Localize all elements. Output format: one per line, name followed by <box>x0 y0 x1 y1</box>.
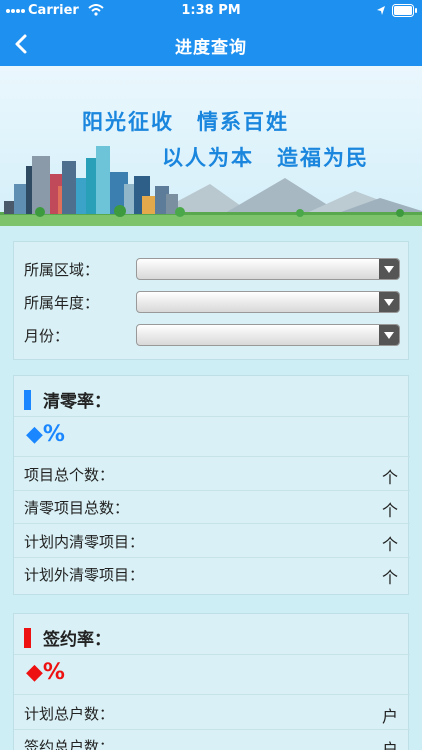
divider <box>14 456 410 457</box>
chevron-down-icon <box>379 325 399 345</box>
signing-rate-value: ◆% <box>26 660 65 685</box>
region-select[interactable] <box>136 258 400 280</box>
year-select[interactable] <box>136 291 400 313</box>
month-select[interactable] <box>136 324 400 346</box>
divider <box>14 523 410 524</box>
unit-label: 个 <box>381 468 398 487</box>
clearance-rate-value: ◆% <box>26 422 65 447</box>
signing-card: 签约率： ◆% 计划总户数： 户 签约总户数： 户 <box>13 613 410 750</box>
banner-slogan-line1: 阳光征收 情系百姓 <box>82 110 289 134</box>
divider <box>14 729 410 730</box>
diamond-icon: ◆ <box>26 422 43 447</box>
filter-card: 所属区域： 所属年度： 月份： <box>13 241 409 360</box>
clearance-heading: 清零率： <box>24 387 111 412</box>
list-item: 计划外清零项目： <box>24 566 145 584</box>
unit-label: 户 <box>381 707 398 726</box>
location-icon <box>377 6 385 15</box>
list-item: 计划总户数： <box>24 705 115 723</box>
unit-label: 个 <box>381 568 398 587</box>
chevron-down-icon <box>379 292 399 312</box>
status-bar: Carrier 1:38 PM <box>0 0 422 22</box>
divider <box>14 490 410 491</box>
signing-heading: 签约率： <box>24 625 111 650</box>
clearance-card: 清零率： ◆% 项目总个数： 个 清零项目总数： 个 计划内清零项目： 个 计划… <box>13 375 410 595</box>
banner: 阳光征收 情系百姓 以人为本 造福为民 <box>0 66 422 226</box>
divider <box>14 416 410 417</box>
section-marker <box>24 390 31 410</box>
status-time: 1:38 PM <box>181 3 241 18</box>
list-item: 清零项目总数： <box>24 499 130 517</box>
battery-icon <box>392 4 417 17</box>
section-marker <box>24 628 31 648</box>
list-item: 计划内清零项目： <box>24 533 145 551</box>
diamond-icon: ◆ <box>26 660 43 685</box>
unit-label: 个 <box>381 535 398 554</box>
filter-label-month: 月份： <box>24 327 70 345</box>
divider <box>14 694 410 695</box>
list-item: 签约总户数： <box>24 738 115 750</box>
navigation-bar: 进度查询 <box>0 22 422 66</box>
divider <box>14 654 410 655</box>
page-title: 进度查询 <box>175 38 247 58</box>
chevron-down-icon <box>379 259 399 279</box>
filter-label-region: 所属区域： <box>24 261 100 279</box>
banner-slogan-line2: 以人为本 造福为民 <box>162 146 369 170</box>
filter-label-year: 所属年度： <box>24 294 100 312</box>
divider <box>14 557 410 558</box>
unit-label: 个 <box>381 501 398 520</box>
unit-label: 户 <box>381 740 398 750</box>
list-item: 项目总个数： <box>24 466 115 484</box>
